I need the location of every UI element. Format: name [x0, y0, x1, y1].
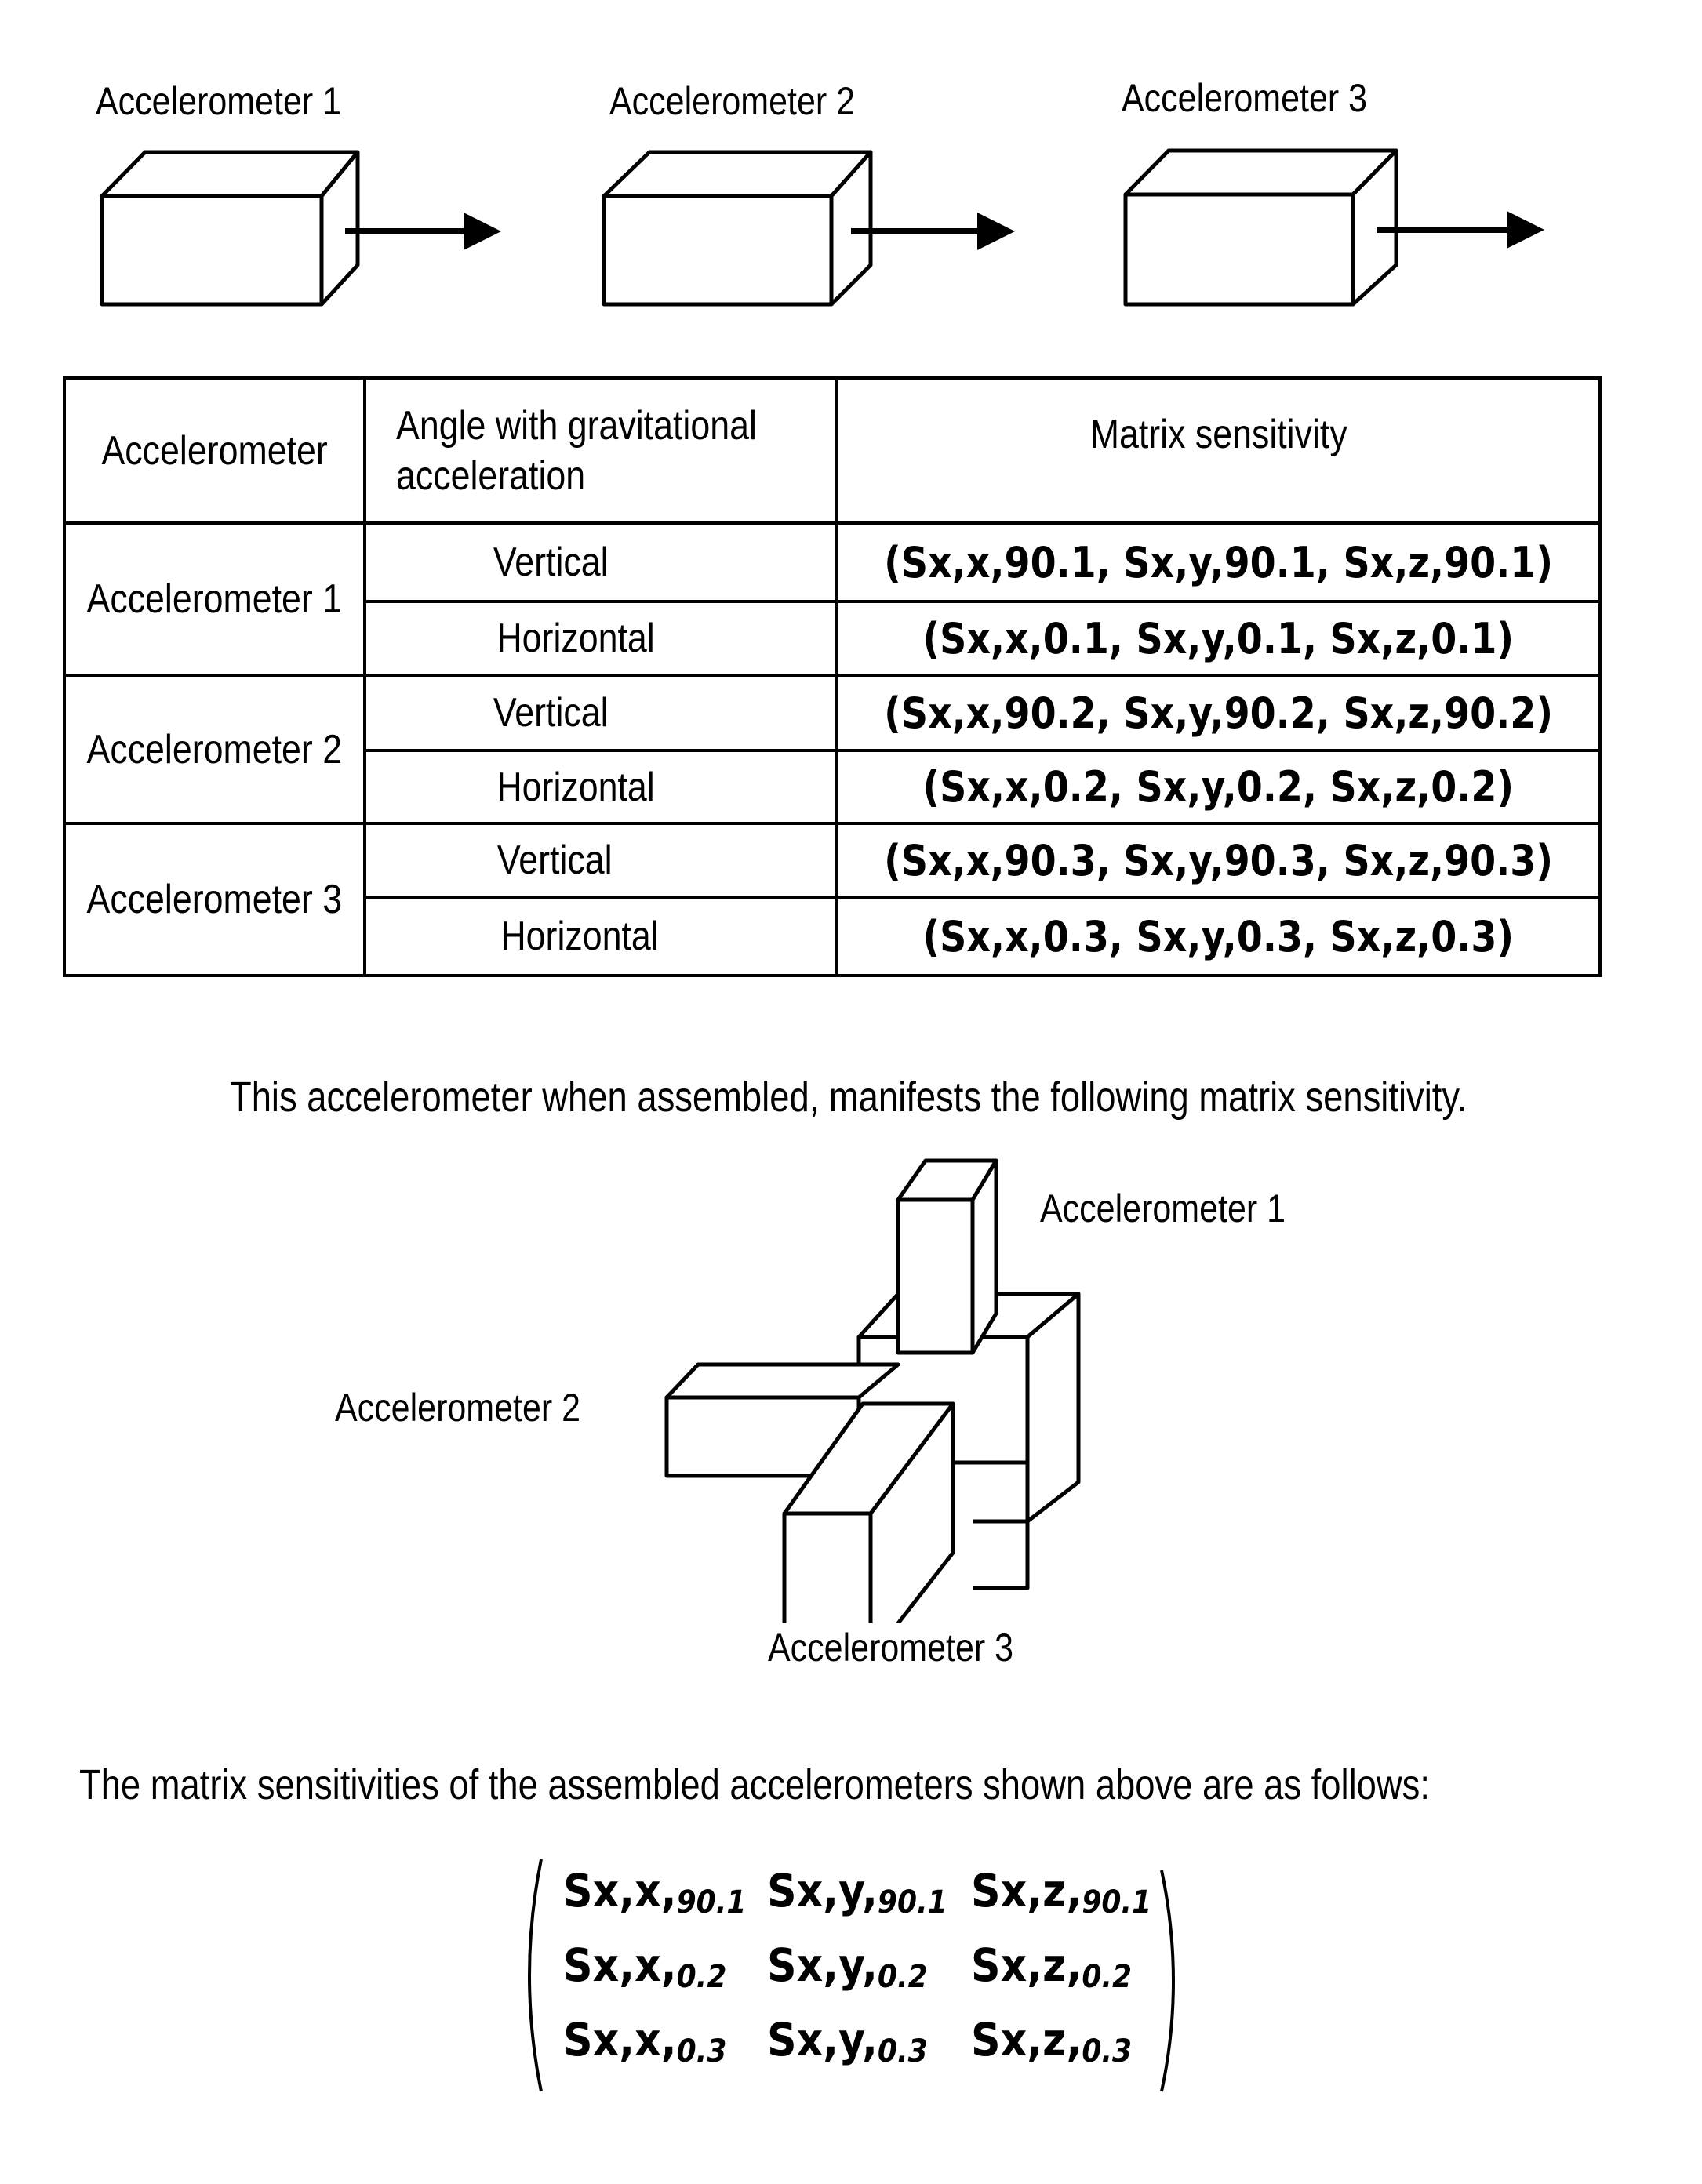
top-figure: [100, 148, 1544, 307]
top-label-accelerometer-1: Accelerometer 1: [96, 79, 342, 123]
matrix-cell: Sx,y,90.1: [767, 1864, 947, 1921]
cell-sensitivity: (Sx,x,90.2, Sx,y,90.2, Sx,z,90.2): [835, 674, 1602, 752]
cell-angle: Vertical: [362, 674, 838, 752]
block-accelerometer-1: [896, 1158, 998, 1355]
table-header-row: Accelerometer Angle with gravitational a…: [63, 376, 1602, 525]
matrix-cell: Sx,z,0.3: [971, 2013, 1133, 2070]
header-matrix-sensitivity: Matrix sensitivity: [835, 376, 1602, 525]
cell-sensitivity: (Sx,x,90.3, Sx,y,90.3, Sx,z,90.3): [835, 822, 1602, 899]
table-row: Accelerometer 3 Vertical (Sx,x,90.3, Sx,…: [63, 822, 1602, 977]
assembly-label-accelerometer-2: Accelerometer 2: [335, 1386, 581, 1430]
top-label-accelerometer-2: Accelerometer 2: [609, 79, 856, 123]
top-label-accelerometer-3: Accelerometer 3: [1122, 76, 1368, 120]
assembly-label-accelerometer-3: Accelerometer 3: [768, 1626, 1014, 1670]
assembled-sentence: This accelerometer when assembled, manif…: [230, 1074, 1467, 1121]
cell-accelerometer-1: Accelerometer 1: [63, 521, 366, 677]
header-angle: Angle with gravitational acceleration: [362, 376, 838, 525]
sensitivity-matrix: Sx,x,90.1 Sx,y,90.1 Sx,z,90.1 Sx,x,0.2 S…: [516, 1856, 1187, 2095]
sensitivity-table: Accelerometer Angle with gravitational a…: [63, 376, 1602, 977]
matrix-cell: Sx,x,90.1: [563, 1864, 747, 1921]
matrix-cell: Sx,z,0.2: [971, 1939, 1133, 1995]
matrix-cell: Sx,x,0.3: [563, 2013, 727, 2070]
cell-accelerometer-3: Accelerometer 3: [63, 822, 366, 977]
matrix-row-3: Sx,x,0.3 Sx,y,0.3 Sx,z,0.3: [563, 2013, 1175, 2084]
cell-angle: Horizontal: [362, 600, 838, 677]
assembly-label-accelerometer-1: Accelerometer 1: [1040, 1186, 1286, 1230]
cell-sensitivity: (Sx,x,90.1, Sx,y,90.1, Sx,z,90.1): [835, 521, 1602, 603]
header-accelerometer: Accelerometer: [63, 376, 366, 525]
matrix-row-1: Sx,x,90.1 Sx,y,90.1 Sx,z,90.1: [563, 1864, 1175, 1935]
left-parenthesis: [528, 1859, 543, 2092]
cell-angle: Horizontal: [362, 896, 838, 977]
matrix-row-2: Sx,x,0.2 Sx,y,0.2 Sx,z,0.2: [563, 1939, 1175, 2009]
assembly-figure: [664, 1158, 1081, 1623]
box-accelerometer-2: [602, 150, 873, 307]
cell-sensitivity: (Sx,x,0.3, Sx,y,0.3, Sx,z,0.3): [835, 896, 1602, 977]
cell-accelerometer-2: Accelerometer 2: [63, 674, 366, 825]
matrix-cell: Sx,x,0.2: [563, 1939, 727, 1995]
box-accelerometer-1: [100, 150, 360, 307]
cell-angle: Vertical: [362, 822, 838, 899]
cell-angle: Horizontal: [362, 749, 838, 825]
cell-angle: Vertical: [362, 521, 838, 603]
matrix-cell: Sx,y,0.3: [767, 2013, 928, 2070]
box-accelerometer-3: [1123, 148, 1398, 307]
matrix-cell: Sx,z,90.1: [971, 1864, 1152, 1921]
table-row: Accelerometer 1 Vertical (Sx,x,90.1, Sx,…: [63, 521, 1602, 677]
matrix-cell: Sx,y,0.2: [767, 1939, 928, 1995]
cell-sensitivity: (Sx,x,0.2, Sx,y,0.2, Sx,z,0.2): [835, 749, 1602, 825]
cell-sensitivity: (Sx,x,0.1, Sx,y,0.1, Sx,z,0.1): [835, 600, 1602, 677]
matrix-sentence: The matrix sensitivities of the assemble…: [79, 1761, 1430, 1808]
table-row: Accelerometer 2 Vertical (Sx,x,90.2, Sx,…: [63, 674, 1602, 825]
